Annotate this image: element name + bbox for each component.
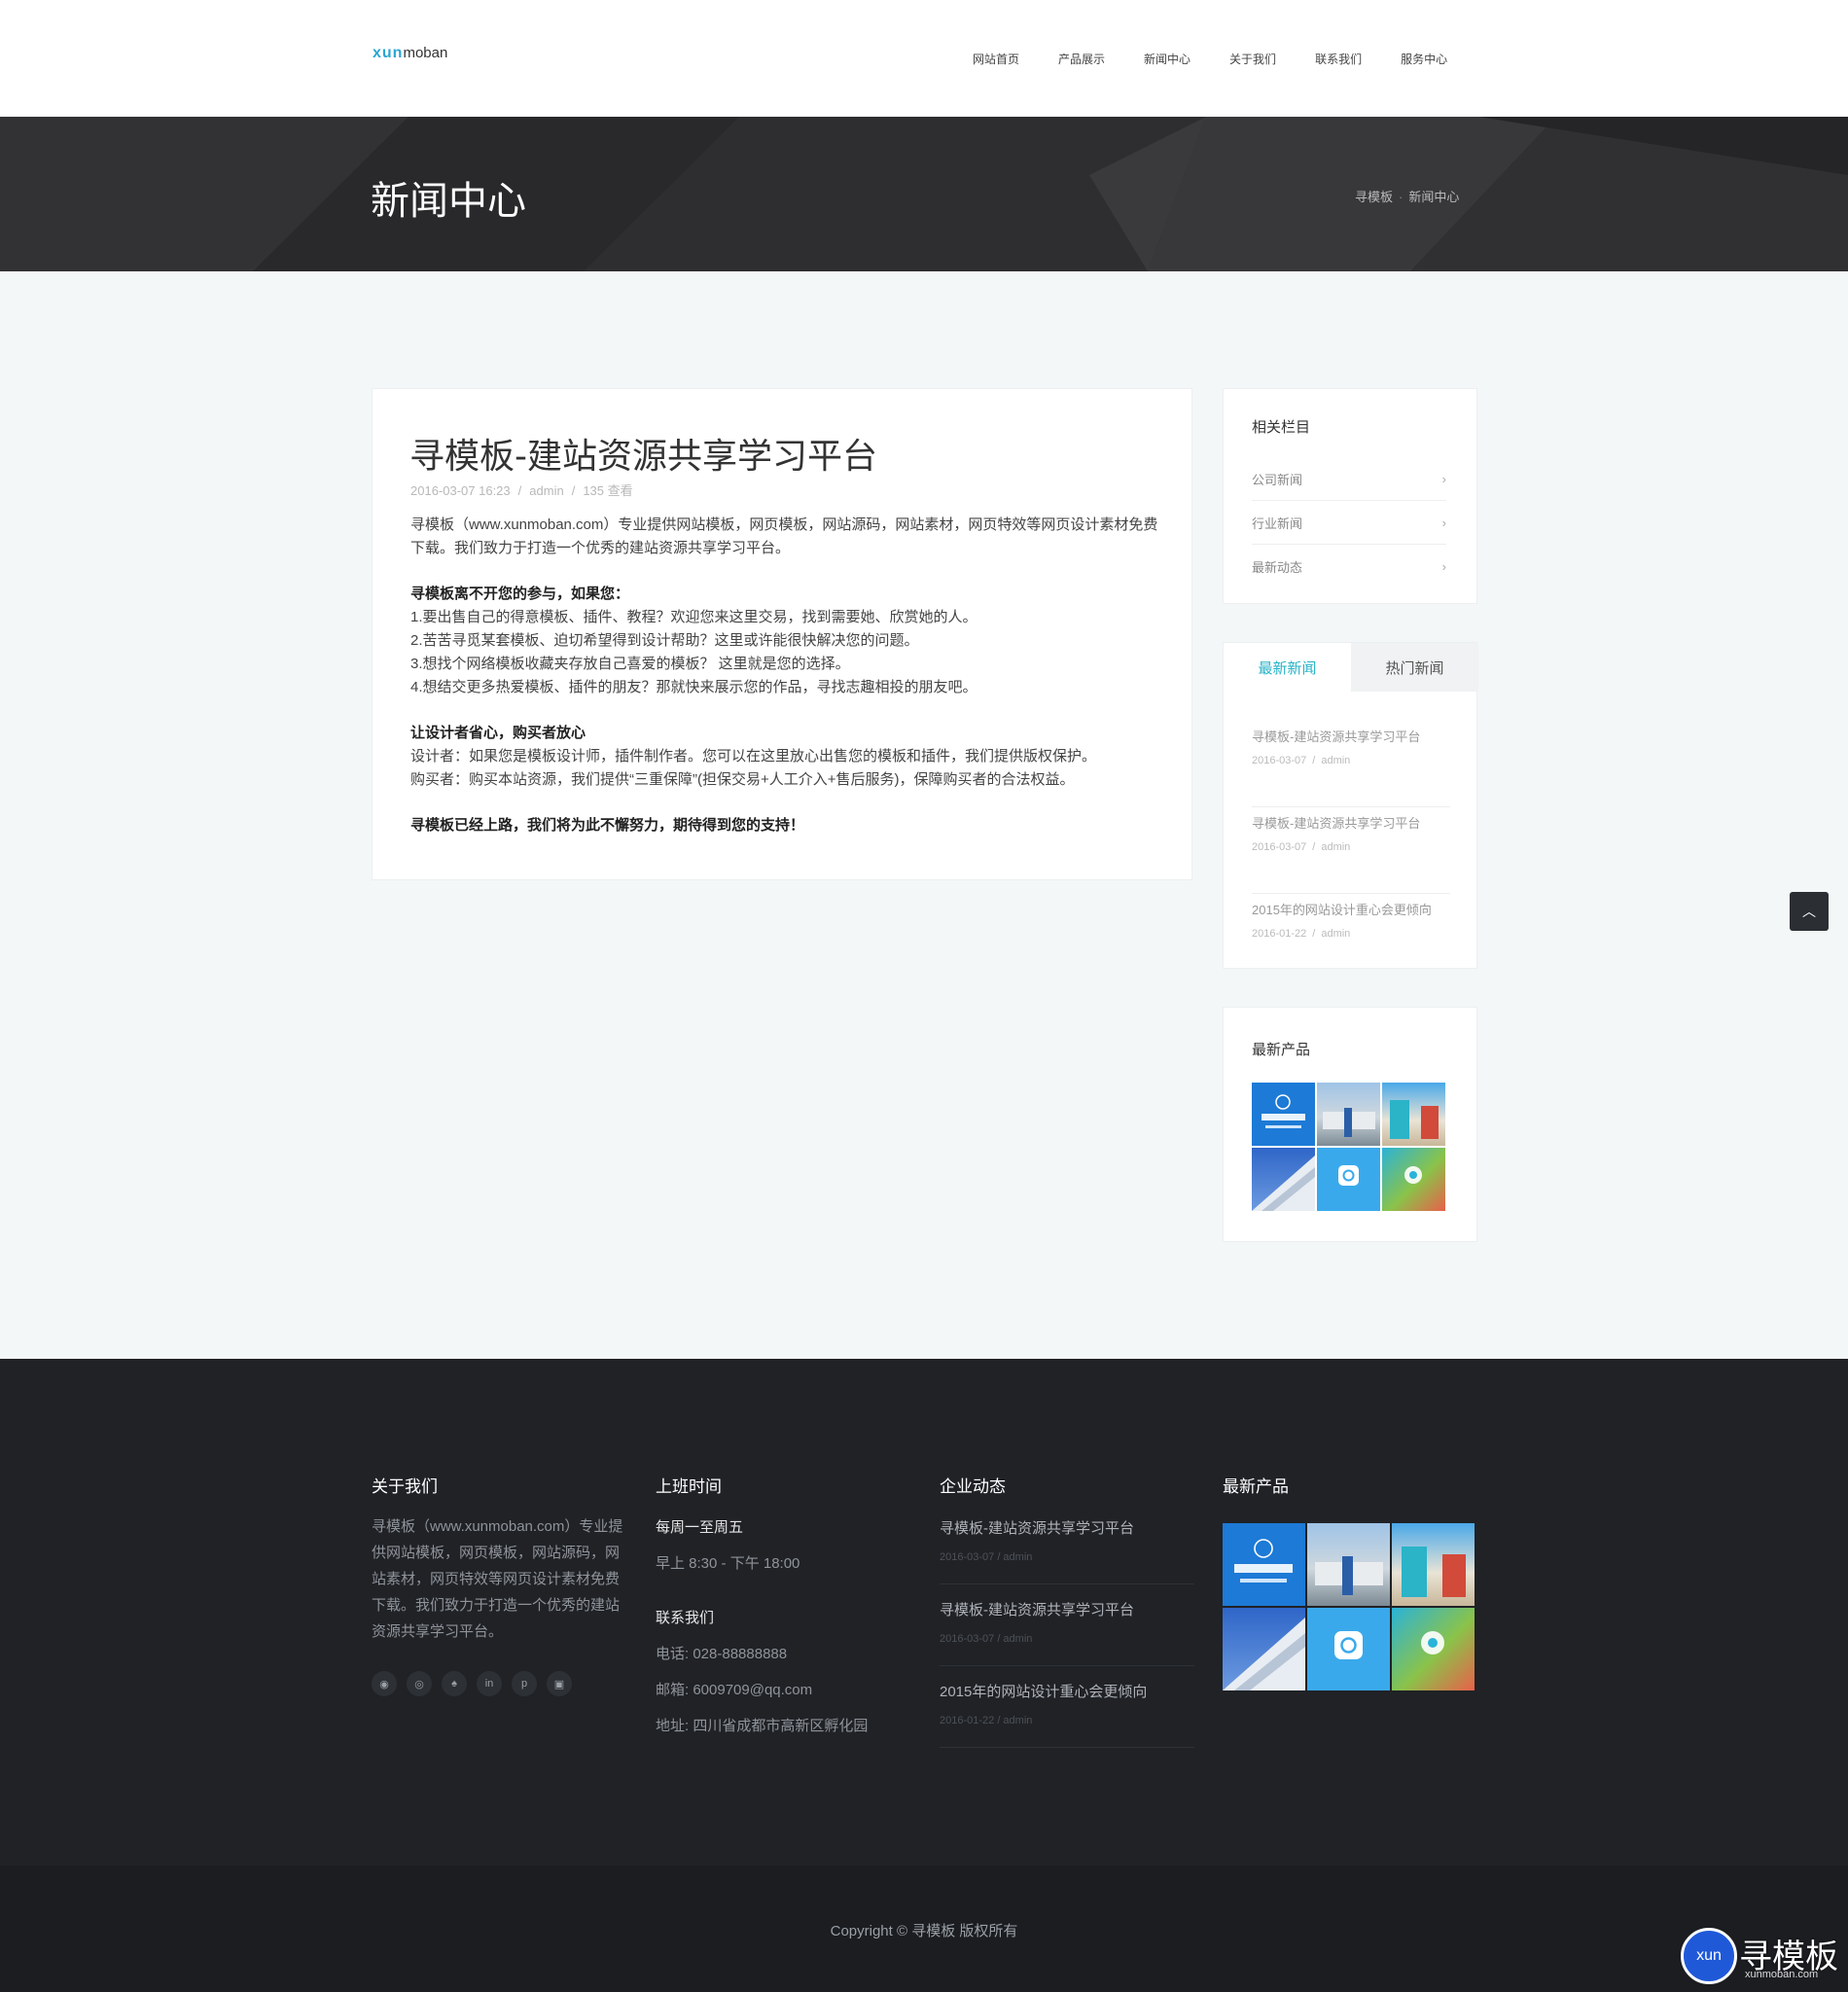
- tab-hot-news[interactable]: 热门新闻: [1351, 643, 1478, 692]
- chevron-right-icon: ›: [1441, 559, 1446, 574]
- article-list-item: 2.苦苦寻觅某套模板、迫切希望得到设计帮助？这里或许能很快解决您的问题。: [410, 632, 919, 649]
- nav-item-news[interactable]: 新闻中心: [1144, 51, 1191, 67]
- qq-icon[interactable]: ♠: [442, 1671, 467, 1696]
- news-tabs-card: 最新新闻 热门新闻 寻模板-建站资源共享学习平台 2016-03-07/admi…: [1223, 642, 1478, 969]
- weibo-icon[interactable]: ◎: [407, 1671, 432, 1696]
- list-item[interactable]: 寻模板-建站资源共享学习平台 2016-03-07/admin: [1252, 721, 1450, 807]
- category-item[interactable]: 公司新闻 ›: [1252, 457, 1446, 501]
- footer-hours-time: 早上 8:30 - 下午 18:00: [656, 1555, 800, 1572]
- article-paragraph: 寻模板（www.xunmoban.com）专业提供网站模板，网页模板，网站源码，…: [410, 516, 1158, 556]
- nav-item-home[interactable]: 网站首页: [973, 51, 1019, 67]
- site-logo[interactable]: xunmoban: [373, 45, 447, 62]
- footer-contact-title: 联系我们: [656, 1610, 715, 1626]
- article-subheading: 寻模板离不开您的参与，如果您：: [410, 586, 630, 602]
- footer-about-title: 关于我们: [372, 1477, 438, 1496]
- article-paragraph: 购买者：购买本站资源，我们提供“三重保障”(担保交易+人工介入+售后服务)，保障…: [410, 771, 1075, 788]
- breadcrumb: 寻模板 · 新闻中心: [1355, 187, 1459, 205]
- article-list-item: 3.想找个网络模板收藏夹存放自己喜爱的模板？ 这里就是您的选择。: [410, 656, 850, 672]
- footer-hours-title: 上班时间: [656, 1477, 722, 1496]
- product-thumbnail[interactable]: [1223, 1523, 1305, 1606]
- nav-item-products[interactable]: 产品展示: [1058, 51, 1105, 67]
- list-item[interactable]: 寻模板-建站资源共享学习平台 2016-03-07 / admin: [940, 1517, 1194, 1584]
- breadcrumb-current[interactable]: 新闻中心: [1408, 190, 1459, 204]
- products-title: 最新产品: [1252, 1042, 1311, 1058]
- list-item[interactable]: 寻模板-建站资源共享学习平台 2016-03-07/admin: [1252, 807, 1450, 894]
- page-title: 新闻中心: [371, 179, 526, 224]
- footer-products-title: 最新产品: [1223, 1477, 1289, 1496]
- product-thumbnail[interactable]: [1223, 1608, 1305, 1690]
- breadcrumb-separator: ·: [1399, 190, 1404, 204]
- footer-hours-days: 每周一至周五: [656, 1519, 744, 1536]
- wechat-icon[interactable]: ◉: [372, 1671, 397, 1696]
- product-thumbnail[interactable]: [1317, 1083, 1380, 1146]
- main-nav: 网站首页 产品展示 新闻中心 关于我们 联系我们 服务中心: [973, 51, 1486, 67]
- tab-latest-news[interactable]: 最新新闻: [1224, 643, 1351, 692]
- product-thumbnail[interactable]: [1382, 1083, 1445, 1146]
- site-footer: [0, 1359, 1848, 1866]
- banner-background-pattern: [0, 117, 1848, 271]
- nav-item-service[interactable]: 服务中心: [1401, 51, 1447, 67]
- footer-about-text: 寻模板（www.xunmoban.com）专业提供网站模板，网页模板，网站源码，…: [372, 1518, 623, 1640]
- article-list-item: 4.想结交更多热爱模板、插件的朋友？那就快来展示您的作品，寻找志趣相投的朋友吧。: [410, 679, 977, 695]
- watermark-subtext: xunmoban.com: [1745, 1969, 1819, 1980]
- nav-item-about[interactable]: 关于我们: [1229, 51, 1276, 67]
- article-date: 2016-03-07 16:23: [410, 483, 511, 498]
- footer-email: 邮箱: 6009709@qq.com: [656, 1682, 813, 1698]
- pinterest-icon[interactable]: p: [512, 1671, 537, 1696]
- footer-address: 地址: 四川省成都市高新区孵化园: [656, 1718, 869, 1734]
- chevron-up-icon: ︿: [1802, 904, 1816, 919]
- watermark-circle: xun: [1681, 1928, 1737, 1984]
- nav-item-contact[interactable]: 联系我们: [1315, 51, 1362, 67]
- instagram-icon[interactable]: ▣: [547, 1671, 572, 1696]
- product-thumbnail[interactable]: [1252, 1083, 1315, 1146]
- list-item[interactable]: 2015年的网站设计重心会更倾向 2016-01-22 / admin: [940, 1681, 1194, 1748]
- back-to-top-button[interactable]: ︿: [1790, 892, 1829, 931]
- social-links: ◉ ◎ ♠ in p ▣: [372, 1671, 582, 1696]
- article-paragraph: 设计者：如果您是模板设计师，插件制作者。您可以在这里放心出售您的模板和插件，我们…: [410, 748, 1097, 765]
- article-subheading: 让设计者省心，购买者放心: [410, 725, 586, 741]
- article-list-item: 1.要出售自己的得意模板、插件、教程？欢迎您来这里交易，找到需要她、欣赏她的人。: [410, 609, 977, 625]
- article-title: 寻模板-建站资源共享学习平台: [409, 437, 877, 477]
- chevron-right-icon: ›: [1441, 471, 1446, 486]
- sidebar-product-thumbnails: [1252, 1083, 1445, 1211]
- news-tabs: 最新新闻 热门新闻: [1224, 643, 1478, 692]
- chevron-right-icon: ›: [1441, 515, 1446, 530]
- article-views: 135 查看: [583, 483, 633, 498]
- category-item[interactable]: 行业新闻 ›: [1252, 501, 1446, 545]
- copyright-text: Copyright © 寻模板 版权所有: [830, 1923, 1018, 1939]
- meta-separator: /: [571, 483, 576, 498]
- breadcrumb-home[interactable]: 寻模板: [1355, 190, 1393, 204]
- product-thumbnail[interactable]: [1382, 1148, 1445, 1211]
- footer-product-thumbnails: [1223, 1523, 1475, 1690]
- category-item[interactable]: 最新动态 ›: [1252, 545, 1446, 588]
- footer-phone: 电话: 028-88888888: [656, 1646, 788, 1662]
- product-thumbnail[interactable]: [1392, 1608, 1475, 1690]
- categories-card: 相关栏目 公司新闻 › 行业新闻 › 最新动态 ›: [1223, 388, 1477, 604]
- product-thumbnail[interactable]: [1307, 1608, 1390, 1690]
- product-thumbnail[interactable]: [1307, 1523, 1390, 1606]
- product-thumbnail[interactable]: [1392, 1523, 1475, 1606]
- article-author: admin: [529, 483, 564, 498]
- categories-list: 公司新闻 › 行业新闻 › 最新动态 ›: [1252, 457, 1446, 588]
- product-thumbnail[interactable]: [1252, 1148, 1315, 1211]
- product-thumbnail[interactable]: [1317, 1148, 1380, 1211]
- article-card: 寻模板-建站资源共享学习平台 2016-03-07 16:23 / admin / 13…: [372, 388, 1192, 880]
- list-item[interactable]: 2015年的网站设计重心会更倾向 2016-01-22/admin: [1252, 894, 1450, 980]
- meta-separator: /: [517, 483, 522, 498]
- site-header: xunmoban 网站首页 产品展示 新闻中心 关于我们 联系我们 服务中心: [0, 0, 1848, 117]
- article-meta: 2016-03-07 16:23 / admin / 135 查看: [410, 480, 633, 499]
- linkedin-icon[interactable]: in: [477, 1671, 502, 1696]
- list-item[interactable]: 寻模板-建站资源共享学习平台 2016-03-07 / admin: [940, 1599, 1194, 1666]
- footer-news-title: 企业动态: [940, 1477, 1006, 1496]
- sidebar-news-list: 寻模板-建站资源共享学习平台 2016-03-07/admin 寻模板-建站资源…: [1252, 721, 1450, 980]
- article-closing: 寻模板已经上路，我们将为此不懈努力，期待得到您的支持！: [410, 817, 805, 834]
- page-banner: [0, 117, 1848, 271]
- article-body: 寻模板（www.xunmoban.com）专业提供网站模板，网页模板，网站源码，…: [410, 514, 1159, 837]
- categories-title: 相关栏目: [1252, 419, 1311, 436]
